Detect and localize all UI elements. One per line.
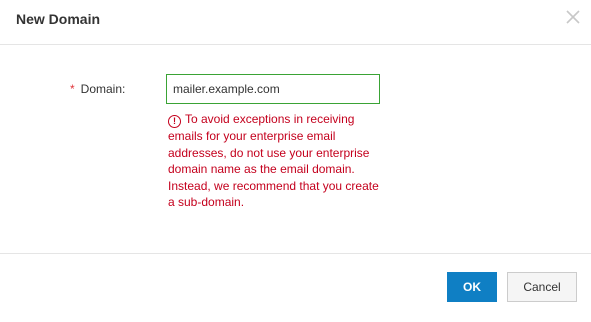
dialog-header: New Domain	[0, 0, 591, 45]
domain-label-text: Domain:	[80, 82, 126, 96]
new-domain-dialog: New Domain * Domain: !To avoid exceptions…	[0, 0, 591, 322]
domain-input[interactable]	[166, 74, 380, 104]
domain-error-message: ! To avoid exceptions in receiving emails…	[168, 111, 380, 211]
domain-label: * Domain:	[70, 82, 156, 96]
cancel-button[interactable]: Cancel	[507, 272, 577, 302]
dialog-footer: OK Cancel	[0, 253, 591, 322]
dialog-title: New Domain	[16, 11, 101, 27]
close-icon[interactable]	[565, 9, 581, 25]
exclamation-circle-icon: !	[168, 115, 181, 128]
error-text: To avoid exceptions in receiving emails …	[168, 112, 379, 209]
ok-button[interactable]: OK	[447, 272, 497, 302]
required-mark: *	[70, 82, 75, 96]
